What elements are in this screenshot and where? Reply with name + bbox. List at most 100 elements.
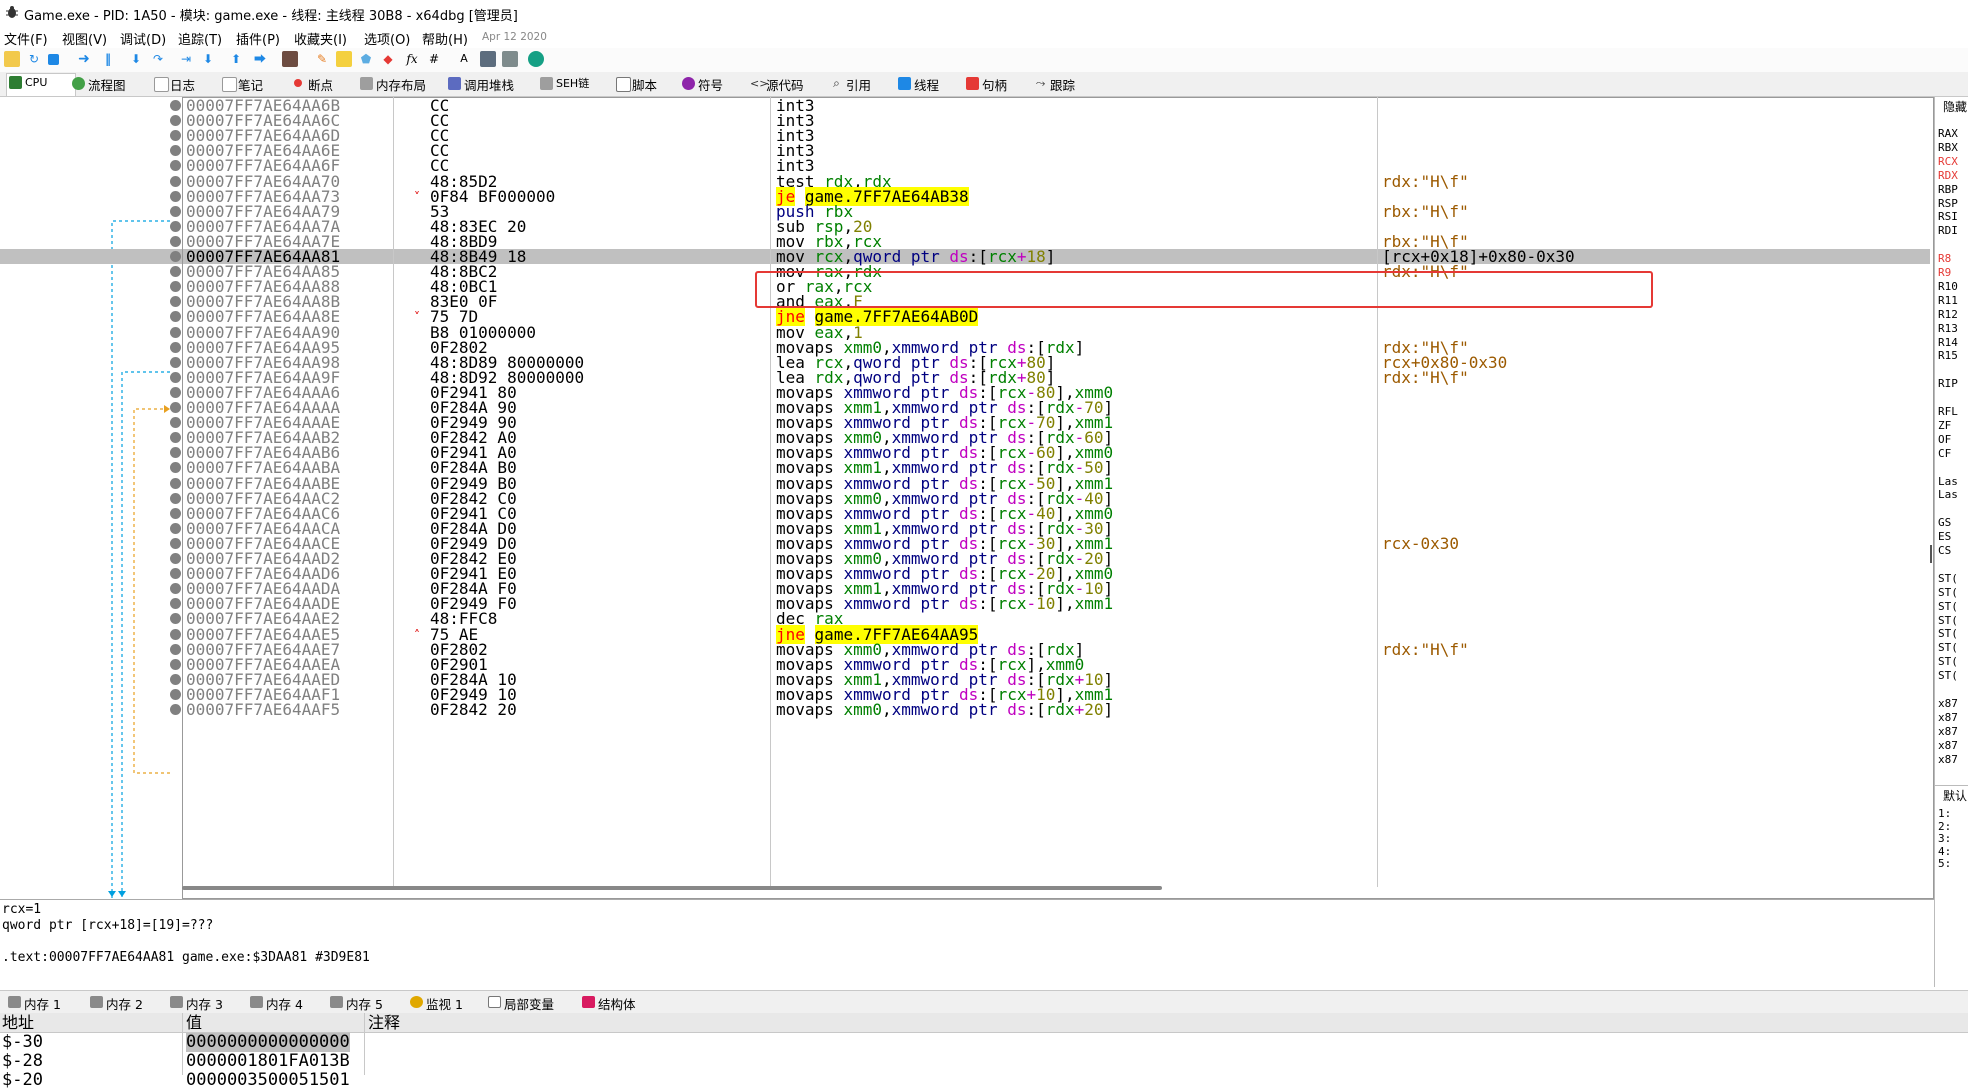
menu-favorites[interactable]: 收藏夹(I) (294, 29, 347, 48)
register-label[interactable]: ST( (1938, 572, 1958, 586)
menu-file[interactable]: 文件(F) (4, 29, 48, 48)
hide-fpu-toggle[interactable]: 隐藏 (1943, 100, 1967, 114)
breakpoint-toggle-icon[interactable] (170, 190, 181, 202)
breakpoint-toggle-icon[interactable] (170, 507, 181, 519)
breakpoint-toggle-icon[interactable] (170, 296, 181, 308)
register-label[interactable]: GS (1938, 516, 1951, 530)
tab-script[interactable]: 脚本 (614, 75, 657, 93)
trace-over-icon[interactable]: ⬇ (200, 51, 216, 67)
header-address[interactable]: 地址 (2, 1013, 34, 1032)
register-label[interactable]: R10 (1938, 280, 1958, 294)
register-label[interactable]: R14 (1938, 336, 1958, 350)
breakpoint-toggle-icon[interactable] (170, 447, 181, 459)
open-icon[interactable] (4, 51, 20, 67)
text-icon[interactable]: A (456, 51, 472, 67)
breakpoint-toggle-icon[interactable] (170, 628, 181, 640)
function-icon[interactable]: fx (404, 51, 420, 67)
register-label[interactable]: RFL (1938, 405, 1958, 419)
tab-source[interactable]: <> 源代码 (748, 75, 804, 93)
breakpoint-toggle-icon[interactable] (170, 402, 181, 413)
calculator-icon[interactable] (480, 51, 496, 67)
step-into-icon[interactable]: ⬇ (128, 51, 144, 67)
register-label[interactable]: x87 (1938, 725, 1958, 739)
dump-row[interactable]: $-28 0000001801FA013B (0, 1052, 1968, 1071)
tab-graph[interactable]: 流程图 (70, 75, 126, 93)
step-over-icon[interactable]: ↷ (150, 51, 166, 67)
register-label[interactable]: x87 (1938, 697, 1958, 711)
comment-icon[interactable] (336, 51, 352, 67)
horizontal-scrollbar[interactable] (182, 886, 1162, 890)
tab-notes[interactable]: 笔记 (220, 75, 263, 93)
header-comment[interactable]: 注释 (368, 1013, 400, 1032)
breakpoint-toggle-icon[interactable] (170, 613, 181, 625)
breakpoint-toggle-icon[interactable] (170, 673, 181, 685)
breakpoint-toggle-icon[interactable] (170, 371, 181, 383)
register-label[interactable]: RBX (1938, 141, 1958, 155)
dump-row[interactable]: $-20 0000003500051501 (0, 1071, 1968, 1090)
register-label[interactable]: x87 (1938, 711, 1958, 725)
register-label[interactable]: x87 (1938, 753, 1958, 767)
breakpoint-toggle-icon[interactable] (170, 462, 181, 474)
hash-icon[interactable]: # (426, 51, 442, 67)
breakpoint-toggle-icon[interactable] (170, 386, 181, 398)
dump-row[interactable]: $-30 0000000000000000 (0, 1033, 1968, 1052)
breakpoint-toggle-icon[interactable] (170, 341, 181, 353)
tab-watch-1[interactable]: 监视 1 (408, 994, 463, 1013)
tab-symbols[interactable]: 符号 (680, 75, 723, 93)
register-label[interactable]: ST( (1938, 600, 1958, 614)
breakpoint-toggle-icon[interactable] (170, 115, 181, 127)
tab-threads[interactable]: 线程 (896, 75, 939, 93)
tab-struct[interactable]: 结构体 (580, 994, 636, 1013)
breakpoint-toggle-icon[interactable] (170, 326, 181, 338)
register-label[interactable]: ST( (1938, 641, 1958, 655)
execute-till-return-icon[interactable]: ⬆ (228, 51, 244, 67)
register-label[interactable]: ES (1938, 530, 1951, 544)
breakpoint-toggle-icon[interactable] (170, 266, 181, 278)
breakpoint-toggle-icon[interactable] (170, 100, 181, 111)
breakpoint-toggle-icon[interactable] (170, 160, 181, 172)
menu-trace[interactable]: 追踪(T) (178, 29, 222, 48)
register-label[interactable]: OF (1938, 433, 1951, 447)
tab-memory-4[interactable]: 内存 4 (248, 994, 303, 1013)
breakpoint-toggle-icon[interactable] (170, 432, 181, 444)
breakpoint-toggle-icon[interactable] (170, 522, 181, 534)
breakpoint-toggle-icon[interactable] (170, 598, 181, 610)
register-label[interactable]: CF (1938, 447, 1951, 461)
globe-icon[interactable] (528, 51, 544, 67)
register-label[interactable]: R15 (1938, 349, 1958, 363)
header-value[interactable]: 值 (186, 1013, 202, 1032)
menu-options[interactable]: 选项(O) (364, 29, 410, 48)
disasm-row[interactable]: 00007FF7AE64AAF5 0F2842 20 movaps xmm0,xmm… (0, 701, 1930, 718)
breakpoint-toggle-icon[interactable] (170, 281, 181, 293)
register-label[interactable]: ST( (1938, 655, 1958, 669)
pause-icon[interactable]: ‖ (100, 51, 116, 67)
breakpoint-toggle-icon[interactable] (170, 477, 181, 489)
label-icon[interactable]: ⬟ (358, 51, 374, 67)
register-label[interactable]: ZF (1938, 419, 1951, 433)
menu-help[interactable]: 帮助(H) (422, 29, 468, 48)
register-label[interactable]: x87 (1938, 739, 1958, 753)
tab-references[interactable]: ⌕ 引用 (828, 75, 871, 94)
menu-plugins[interactable]: 插件(P) (236, 29, 280, 48)
register-label[interactable]: Las (1938, 488, 1958, 502)
tab-breakpoints[interactable]: 断点 (290, 75, 333, 93)
breakpoint-toggle-icon[interactable] (170, 417, 181, 429)
tab-seh[interactable]: SEH链 (538, 75, 589, 93)
breakpoint-toggle-icon[interactable] (170, 537, 181, 549)
trace-into-icon[interactable]: ⇥ (178, 51, 194, 67)
breakpoint-toggle-icon[interactable] (170, 311, 181, 323)
register-label[interactable]: RAX (1938, 127, 1958, 141)
breakpoint-toggle-icon[interactable] (170, 356, 181, 368)
register-label[interactable]: RSI (1938, 210, 1958, 224)
menu-view[interactable]: 视图(V) (62, 29, 107, 48)
breakpoint-toggle-icon[interactable] (170, 235, 181, 247)
run-icon[interactable]: ➜ (76, 51, 92, 67)
breakpoint-toggle-icon[interactable] (170, 251, 181, 262)
register-label[interactable]: RDX (1938, 169, 1958, 183)
register-label[interactable]: CS (1938, 544, 1951, 558)
tab-trace[interactable]: ⤳ 跟踪 (1032, 75, 1075, 94)
breakpoint-toggle-icon[interactable] (170, 704, 181, 715)
register-label[interactable]: RSP (1938, 197, 1958, 211)
disassembly-view[interactable]: 00007FF7AE64AA6B CC int3 00007FF7AE64AA6C CC… (0, 97, 1930, 899)
register-label[interactable]: RDI (1938, 224, 1958, 238)
